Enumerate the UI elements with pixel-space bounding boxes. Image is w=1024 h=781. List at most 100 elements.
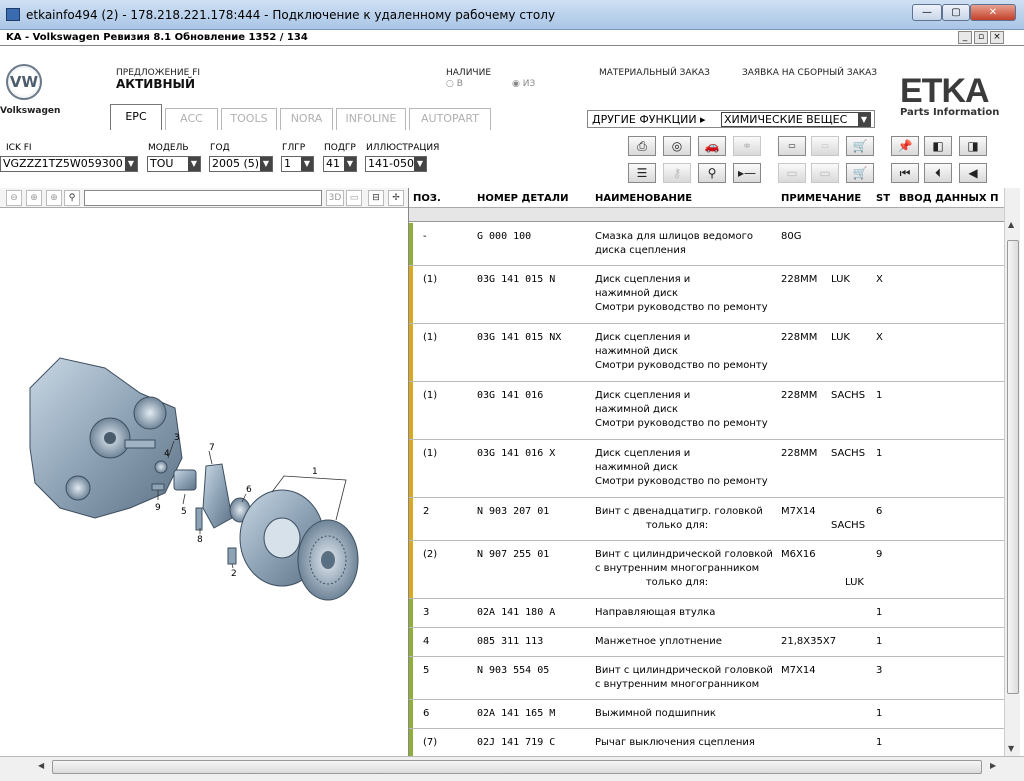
- table-row[interactable]: 2 N 903 207 01 Винт с двенадцатигр. головк…: [409, 498, 1004, 541]
- 3d-button[interactable]: 3D: [326, 190, 344, 206]
- scroll-up-icon[interactable]: ▲: [1008, 220, 1014, 229]
- callout-5[interactable]: 5: [181, 507, 187, 517]
- vertical-scrollbar[interactable]: ▲ ▼: [1004, 188, 1020, 756]
- scroll-left-icon[interactable]: ◀: [38, 761, 44, 770]
- table-row[interactable]: (7) 02J 141 719 C Рычаг выключения сцеплен…: [409, 729, 1004, 756]
- col-part-number[interactable]: НОМЕР ДЕТАЛИ: [477, 193, 568, 204]
- other-functions-label[interactable]: ДРУГИЕ ФУНКЦИИ ▸: [592, 113, 706, 126]
- maximize-button[interactable]: ▢: [942, 4, 970, 21]
- table-row[interactable]: (1) 03G 141 015 NX Диск сцепления и нажимно…: [409, 324, 1004, 382]
- callout-9[interactable]: 9: [155, 503, 161, 513]
- car-icon[interactable]: 🚗: [698, 136, 726, 156]
- table-row[interactable]: (2) N 907 255 01 Винт с цилиндрической гол…: [409, 541, 1004, 599]
- list-icon[interactable]: ☰: [628, 163, 656, 183]
- table-row[interactable]: 4 085 311 113 Манжетное уплотнение 21,8X35X…: [409, 628, 1004, 657]
- scroll-down-icon[interactable]: ▼: [1008, 744, 1014, 753]
- shop-icon[interactable]: ▭: [811, 163, 839, 183]
- prev-page-icon[interactable]: ◧: [924, 136, 952, 156]
- table-row[interactable]: 3 02A 141 180 A Направляющая втулка 1: [409, 599, 1004, 628]
- stock-radio-from[interactable]: ◉ ИЗ: [512, 79, 535, 89]
- cell-pos: 3: [423, 607, 430, 618]
- depot-icon[interactable]: ▭: [811, 136, 839, 156]
- tab-nora[interactable]: NORA: [280, 108, 333, 130]
- layout-icon[interactable]: ⊟: [368, 190, 384, 206]
- row-status-bar: [409, 324, 413, 381]
- horizontal-scroll-thumb[interactable]: [52, 760, 982, 774]
- callout-1[interactable]: 1: [312, 467, 318, 477]
- illustration-select[interactable]: 141-050 ▼: [365, 156, 427, 172]
- table-row[interactable]: (1) 03G 141 016 Диск сцепления и нажимной д…: [409, 382, 1004, 440]
- table-row[interactable]: 5 N 903 554 05 Винт с цилиндрической голов…: [409, 657, 1004, 700]
- minimize-button[interactable]: —: [912, 4, 942, 21]
- zoom-in-icon[interactable]: ⊕: [46, 190, 62, 206]
- split-view-icon[interactable]: ▭: [346, 190, 362, 206]
- forward-icon[interactable]: ◀: [959, 163, 987, 183]
- col-note[interactable]: ПРИМЕЧАНИЕ: [781, 193, 861, 204]
- vertical-scroll-thumb[interactable]: [1007, 240, 1019, 694]
- cell-note-brand: SACHS: [831, 448, 866, 459]
- tab-infoline[interactable]: INFOLINE: [336, 108, 406, 130]
- stock-radio-in[interactable]: ○ В: [446, 79, 463, 89]
- search-icon[interactable]: ⚲: [64, 190, 80, 206]
- callout-8[interactable]: 8: [197, 535, 203, 545]
- key-icon[interactable]: ⚷: [663, 163, 691, 183]
- model-select[interactable]: TOU ▼: [147, 156, 201, 172]
- callout-7[interactable]: 7: [209, 443, 215, 453]
- close-button[interactable]: ✕: [970, 4, 1016, 21]
- year-select[interactable]: 2005 (5) ▼: [209, 156, 273, 172]
- illustration-search-input[interactable]: [84, 190, 322, 206]
- cell-st: 1: [876, 390, 883, 401]
- service-icon[interactable]: ▭: [778, 163, 806, 183]
- horizontal-scrollbar[interactable]: ◀ ▶: [0, 756, 1024, 781]
- bicycle-icon[interactable]: ⚲: [698, 163, 726, 183]
- print-icon[interactable]: ⎙: [628, 136, 656, 156]
- material-order-link[interactable]: МАТЕРИАЛЬНЫЙ ЗАКАЗ: [599, 68, 710, 78]
- back-icon[interactable]: ⏴: [924, 163, 952, 183]
- main-group-select[interactable]: 1 ▼: [281, 156, 314, 172]
- elsa-icon[interactable]: ▭: [778, 136, 806, 156]
- cell-pos: (1): [423, 448, 438, 459]
- link-icon[interactable]: ⚭: [733, 136, 761, 156]
- tab-autopart[interactable]: AUTOPART: [409, 108, 491, 130]
- col-st[interactable]: ST: [876, 193, 890, 204]
- callout-6[interactable]: 6: [246, 485, 252, 495]
- vin-select[interactable]: VGZZZ1TZ5W059300 ▼: [0, 156, 138, 172]
- pan-icon[interactable]: ✢: [388, 190, 404, 206]
- parts-info-icon[interactable]: ◎: [663, 136, 691, 156]
- tab-acc[interactable]: ACC: [165, 108, 218, 130]
- cell-part-number: 03G 141 016 X: [477, 448, 556, 459]
- table-row[interactable]: (1) 03G 141 016 X Диск сцепления и нажимной…: [409, 440, 1004, 498]
- cell-name: Смотри руководство по ремонту: [595, 476, 768, 487]
- table-row[interactable]: - G 000 100 Смазка для шлицов ведомого диск…: [409, 223, 1004, 266]
- pin-icon[interactable]: 📌: [891, 136, 919, 156]
- first-page-icon[interactable]: ⏮: [891, 163, 919, 183]
- col-data-input[interactable]: ВВОД ДАННЫХ П: [899, 193, 998, 204]
- assembly-order-link[interactable]: ЗАЯВКА НА СБОРНЫЙ ЗАКАЗ: [742, 68, 877, 78]
- app-restore-button[interactable]: ▫: [974, 31, 988, 44]
- table-row[interactable]: (1) 03G 141 015 N Диск сцепления и нажимной…: [409, 266, 1004, 324]
- cart-add-icon[interactable]: 🛒: [846, 163, 874, 183]
- stock-radio-in-label: В: [456, 79, 463, 89]
- cart-icon[interactable]: 🛒: [846, 136, 874, 156]
- zoom-rect-icon[interactable]: ⊕: [26, 190, 42, 206]
- col-name[interactable]: НАИМЕНОВАНИЕ: [595, 193, 692, 204]
- next-page-icon[interactable]: ◨: [959, 136, 987, 156]
- callout-3[interactable]: 3: [174, 433, 180, 443]
- row-status-bar: [409, 382, 413, 439]
- col-pos[interactable]: ПОЗ.: [413, 193, 441, 204]
- subgroup-select[interactable]: 41 ▼: [323, 156, 357, 172]
- callout-4[interactable]: 4: [164, 449, 170, 459]
- table-row[interactable]: 6 02A 141 165 M Выжимной подшипник 1: [409, 700, 1004, 729]
- illustration-panel[interactable]: 1 2 3 4 5 6 7 8 9: [0, 208, 408, 756]
- scroll-right-icon[interactable]: ▶: [990, 761, 996, 770]
- cell-st: X: [876, 274, 883, 285]
- tab-epc[interactable]: EPC: [110, 104, 162, 130]
- app-minimize-button[interactable]: _: [958, 31, 972, 44]
- other-functions-select[interactable]: ХИМИЧЕСКИЕ ВЕЩЕС ▼: [721, 112, 871, 127]
- app-close-button[interactable]: ×: [990, 31, 1004, 44]
- play-minus-icon[interactable]: ▸—: [733, 163, 761, 183]
- tab-tools[interactable]: TOOLS: [221, 108, 277, 130]
- clutch-exploded-illustration: 1 2 3 4 5 6 7 8 9: [29, 357, 359, 601]
- callout-2[interactable]: 2: [231, 569, 237, 579]
- zoom-out-icon[interactable]: ⊖: [6, 190, 22, 206]
